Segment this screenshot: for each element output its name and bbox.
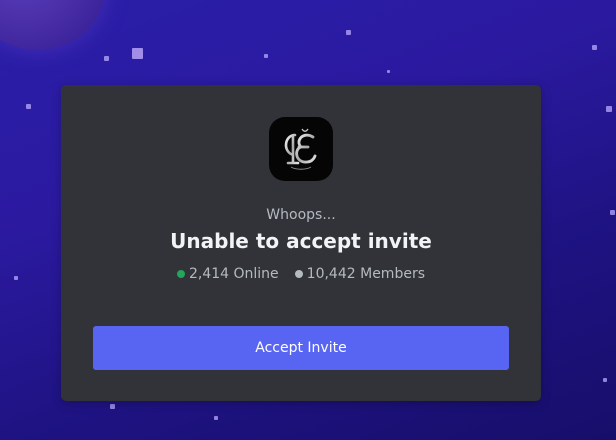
online-status-dot-icon xyxy=(176,270,185,278)
star-decoration xyxy=(214,416,218,420)
planet-decoration xyxy=(0,0,105,50)
online-count: 2,414 Online xyxy=(188,266,279,282)
star-decoration xyxy=(603,378,607,382)
star-decoration xyxy=(606,106,612,112)
online-stat: 2,414 Online xyxy=(176,266,279,282)
server-icon xyxy=(269,117,333,181)
star-decoration xyxy=(592,45,597,50)
server-stats: 2,414 Online 10,442 Members xyxy=(61,266,541,282)
star-decoration xyxy=(387,70,390,73)
invite-subtitle: Whoops... xyxy=(266,207,336,223)
invite-title: Unable to accept invite xyxy=(170,229,432,253)
star-decoration xyxy=(610,210,615,215)
accept-invite-button[interactable]: Accept Invite xyxy=(93,326,509,370)
members-count: 10,442 Members xyxy=(306,266,425,282)
star-decoration xyxy=(264,54,268,58)
star-decoration xyxy=(346,30,351,35)
invite-card: Whoops... Unable to accept invite 2,414 … xyxy=(61,85,541,401)
star-decoration xyxy=(26,104,31,109)
members-stat: 10,442 Members xyxy=(294,266,425,282)
star-decoration xyxy=(104,56,109,61)
star-decoration xyxy=(132,48,143,59)
star-decoration xyxy=(14,276,18,280)
members-dot-icon xyxy=(294,270,303,278)
star-decoration xyxy=(110,404,115,409)
server-monogram-icon xyxy=(284,128,317,170)
